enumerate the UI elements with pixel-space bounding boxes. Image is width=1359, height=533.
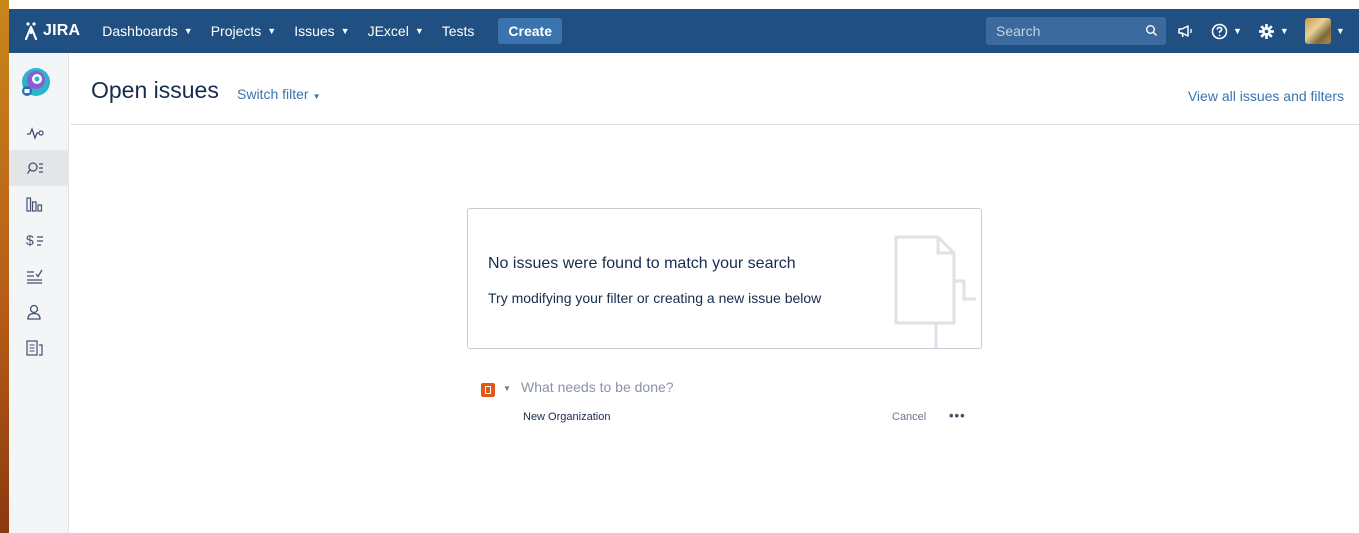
pages-icon xyxy=(26,340,43,356)
chevron-down-icon: ▼ xyxy=(1279,26,1289,36)
cancel-button[interactable]: Cancel xyxy=(892,411,926,423)
create-button[interactable]: Create xyxy=(498,18,563,44)
help-button[interactable]: ▼ xyxy=(1211,23,1242,40)
chevron-down-icon: ▼ xyxy=(183,26,193,36)
search-box[interactable] xyxy=(986,17,1166,45)
main-content: Open issues Switch filter ▼ View all issu… xyxy=(70,53,1359,533)
top-navigation-bar: JIRA Dashboards ▼ Projects ▼ Issues ▼ JE… xyxy=(9,9,1359,53)
search-input[interactable] xyxy=(996,23,1136,39)
chevron-down-icon: ▼ xyxy=(414,26,424,36)
help-icon xyxy=(1211,23,1228,39)
nav-dashboards[interactable]: Dashboards ▼ xyxy=(102,23,192,39)
jira-logo-text: JIRA xyxy=(43,22,81,39)
reports-icon xyxy=(26,197,43,212)
jira-logo-icon xyxy=(24,22,38,41)
issue-summary-input[interactable] xyxy=(521,379,901,395)
nav-jexcel-label: JExcel xyxy=(367,23,409,39)
empty-result-title: No issues were found to match your searc… xyxy=(488,255,796,272)
switch-filter-link[interactable]: Switch filter ▼ xyxy=(237,86,321,102)
project-sidebar: $ xyxy=(9,53,69,533)
view-all-issues-link[interactable]: View all issues and filters xyxy=(1188,88,1344,104)
chevron-down-icon: ▼ xyxy=(1335,26,1345,36)
cost-icon: $ xyxy=(26,232,43,248)
jira-logo[interactable]: JIRA xyxy=(21,21,80,41)
chevron-down-icon: ▼ xyxy=(267,26,277,36)
more-options-icon[interactable]: ••• xyxy=(949,408,966,423)
switch-filter-label: Switch filter xyxy=(237,86,309,102)
user-menu-button[interactable]: ▼ xyxy=(1304,18,1345,44)
nav-projects[interactable]: Projects ▼ xyxy=(211,23,277,39)
sidebar-item-cost[interactable]: $ xyxy=(9,222,69,258)
window-edge xyxy=(0,0,9,533)
nav-issues[interactable]: Issues ▼ xyxy=(294,23,349,39)
search-icon[interactable] xyxy=(1145,24,1158,37)
sidebar-item-activity[interactable] xyxy=(9,115,69,151)
issues-search-icon xyxy=(26,162,43,174)
nav-issues-label: Issues xyxy=(294,23,335,39)
sidebar-item-checklist[interactable] xyxy=(9,258,69,294)
nav-tests-label: Tests xyxy=(441,23,475,39)
megaphone-icon xyxy=(1178,25,1192,38)
chevron-down-icon: ▼ xyxy=(1233,26,1242,36)
settings-button[interactable]: ▼ xyxy=(1258,23,1289,40)
sidebar-item-people[interactable] xyxy=(9,294,69,330)
page-title: Open issues xyxy=(91,77,219,103)
chevron-down-icon: ▼ xyxy=(312,92,321,101)
page-header: Open issues Switch filter ▼ View all issu… xyxy=(70,53,1359,125)
nav-dashboards-label: Dashboards xyxy=(102,23,178,39)
svg-text:$: $ xyxy=(26,232,34,248)
empty-result-message: Try modifying your filter or creating a … xyxy=(488,290,822,306)
sidebar-item-pages[interactable] xyxy=(9,330,69,366)
issue-type-icon[interactable] xyxy=(481,383,495,397)
user-avatar xyxy=(1304,18,1331,44)
gear-icon xyxy=(1258,23,1274,39)
sidebar-item-reports[interactable] xyxy=(9,186,69,222)
project-avatar-icon[interactable] xyxy=(20,67,52,99)
nav-tests[interactable]: Tests xyxy=(442,23,475,39)
chevron-down-icon: ▼ xyxy=(340,26,350,36)
nav-projects-label: Projects xyxy=(210,23,262,39)
chevron-down-icon[interactable]: ▼ xyxy=(503,384,511,393)
nav-jexcel[interactable]: JExcel ▼ xyxy=(368,23,424,39)
notifications-button[interactable] xyxy=(1177,23,1195,39)
organization-label[interactable]: New Organization xyxy=(523,411,610,423)
inline-issue-create: ▼ New Organization Cancel ••• xyxy=(481,379,981,428)
checklist-icon xyxy=(27,269,43,284)
empty-search-result: No issues were found to match your searc… xyxy=(467,208,982,349)
sidebar-item-issues[interactable] xyxy=(9,150,69,186)
empty-document-icon xyxy=(894,235,976,348)
activity-icon xyxy=(27,127,44,140)
user-icon xyxy=(27,304,41,320)
